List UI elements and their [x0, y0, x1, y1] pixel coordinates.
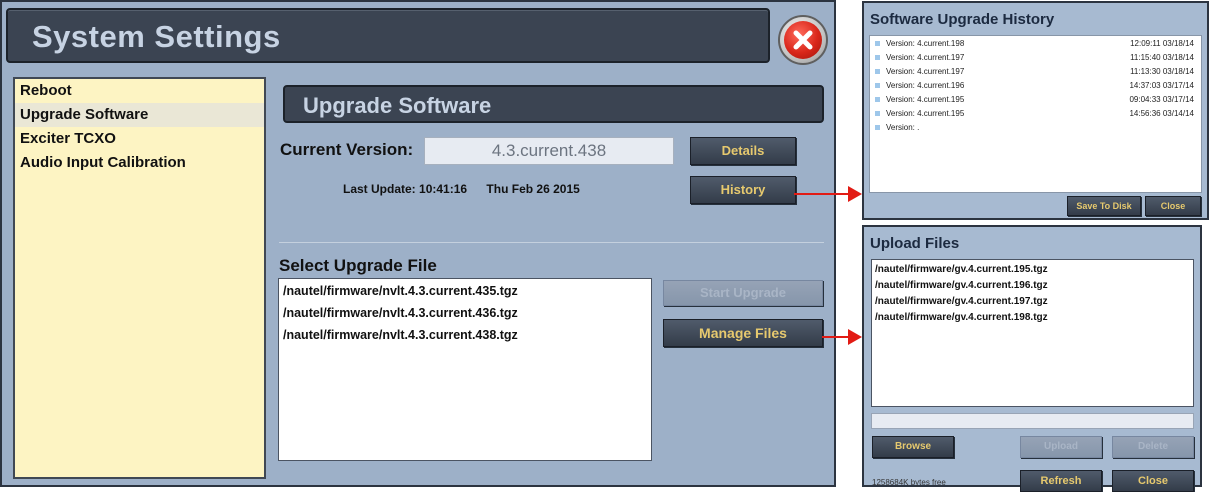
sidebar-item-label: Upgrade Software [20, 106, 149, 123]
divider [279, 242, 824, 243]
last-update-info: Last Update: 10:41:16 Thu Feb 26 2015 [343, 182, 580, 196]
list-item[interactable]: Version: . [873, 122, 1199, 134]
settings-sidebar: Reboot Upgrade Software Exciter TCXO Aud… [13, 77, 266, 479]
sidebar-item-reboot[interactable]: Reboot [15, 79, 264, 103]
history-list[interactable]: Version: 4.current.198 12:09:11 03/18/14… [869, 35, 1202, 193]
list-item[interactable]: /nautel/firmware/nvlt.4.3.current.436.tg… [283, 306, 518, 320]
start-upgrade-button[interactable]: Start Upgrade [663, 280, 823, 306]
last-update-time: 10:41:16 [419, 182, 468, 196]
title-bar: System Settings [6, 8, 770, 63]
software-upgrade-history-panel: Software Upgrade History Version: 4.curr… [862, 1, 1209, 220]
sidebar-item-upgrade-software[interactable]: Upgrade Software [15, 103, 264, 127]
section-title: Upgrade Software [303, 93, 492, 118]
square-bullet-icon [875, 41, 880, 46]
refresh-button[interactable]: Refresh [1020, 470, 1102, 492]
upgrade-file-list[interactable]: /nautel/firmware/nvlt.4.3.current.435.tg… [278, 278, 652, 461]
history-close-button[interactable]: Close [1145, 196, 1201, 216]
square-bullet-icon [875, 69, 880, 74]
list-item[interactable]: /nautel/firmware/nvlt.4.3.current.435.tg… [283, 284, 518, 298]
history-version: Version: 4.current.197 [886, 53, 965, 62]
list-item[interactable]: /nautel/firmware/gv.4.current.196.tgz [875, 280, 1048, 291]
list-item[interactable]: /nautel/firmware/gv.4.current.195.tgz [875, 264, 1048, 275]
history-version: Version: . [886, 123, 920, 132]
delete-button[interactable]: Delete [1112, 436, 1194, 458]
panel-title: Upload Files [870, 235, 960, 252]
list-item[interactable]: Version: 4.current.198 12:09:11 03/18/14 [873, 38, 1199, 50]
history-button[interactable]: History [690, 176, 796, 204]
history-version: Version: 4.current.195 [886, 95, 965, 104]
manage-files-button[interactable]: Manage Files [663, 319, 823, 347]
arrow-right-icon [822, 329, 862, 345]
history-timestamp: 14:37:03 03/17/14 [1129, 81, 1194, 90]
square-bullet-icon [875, 97, 880, 102]
sidebar-item-audio-input-calibration[interactable]: Audio Input Calibration [15, 151, 264, 175]
last-update-date: Thu Feb 26 2015 [486, 182, 580, 196]
history-timestamp: 09:04:33 03/17/14 [1129, 95, 1194, 104]
list-item[interactable]: Version: 4.current.197 11:13:30 03/18/14 [873, 66, 1199, 78]
square-bullet-icon [875, 83, 880, 88]
window-title: System Settings [32, 19, 281, 54]
close-circle-icon [784, 21, 822, 59]
list-item[interactable]: Version: 4.current.195 09:04:33 03/17/14 [873, 94, 1199, 106]
sidebar-item-label: Reboot [20, 82, 72, 99]
history-version: Version: 4.current.198 [886, 39, 965, 48]
system-settings-window: System Settings Reboot Upgrade Software … [0, 0, 836, 487]
history-version: Version: 4.current.197 [886, 67, 965, 76]
list-item[interactable]: Version: 4.current.196 14:37:03 03/17/14 [873, 80, 1199, 92]
last-update-label: Last Update: [343, 182, 416, 196]
arrow-right-icon [794, 186, 862, 202]
save-to-disk-button[interactable]: Save To Disk [1067, 196, 1141, 216]
panel-title: Software Upgrade History [870, 11, 1055, 28]
browse-button[interactable]: Browse [872, 436, 954, 458]
list-item[interactable]: Version: 4.current.197 11:15:40 03/18/14 [873, 52, 1199, 64]
list-item[interactable]: /nautel/firmware/gv.4.current.198.tgz [875, 312, 1048, 323]
square-bullet-icon [875, 125, 880, 130]
history-timestamp: 11:15:40 03/18/14 [1130, 53, 1194, 62]
upload-files-panel: Upload Files /nautel/firmware/gv.4.curre… [862, 225, 1202, 492]
history-timestamp: 12:09:11 03/18/14 [1130, 39, 1194, 48]
sidebar-item-label: Audio Input Calibration [20, 154, 186, 171]
details-button[interactable]: Details [690, 137, 796, 165]
list-item[interactable]: /nautel/firmware/gv.4.current.197.tgz [875, 296, 1048, 307]
upload-progress-bar [871, 413, 1194, 429]
current-version-label: Current Version: [280, 140, 414, 159]
list-item[interactable]: Version: 4.current.195 14:56:36 03/14/14 [873, 108, 1199, 120]
history-timestamp: 14:56:36 03/14/14 [1129, 109, 1194, 118]
history-timestamp: 11:13:30 03/18/14 [1130, 67, 1194, 76]
sidebar-item-exciter-tcxo[interactable]: Exciter TCXO [15, 127, 264, 151]
history-version: Version: 4.current.195 [886, 109, 965, 118]
free-space-text: 1258684K bytes free [872, 478, 946, 487]
close-button[interactable] [778, 15, 828, 65]
history-version: Version: 4.current.196 [886, 81, 965, 90]
upload-button[interactable]: Upload [1020, 436, 1102, 458]
upload-close-button[interactable]: Close [1112, 470, 1194, 492]
section-header: Upgrade Software [283, 85, 824, 123]
upload-file-list[interactable]: /nautel/firmware/gv.4.current.195.tgz /n… [871, 259, 1194, 407]
square-bullet-icon [875, 111, 880, 116]
square-bullet-icon [875, 55, 880, 60]
current-version-field: 4.3.current.438 [424, 137, 674, 165]
sidebar-item-label: Exciter TCXO [20, 130, 116, 147]
list-item[interactable]: /nautel/firmware/nvlt.4.3.current.438.tg… [283, 328, 518, 342]
select-upgrade-file-label: Select Upgrade File [279, 256, 437, 275]
